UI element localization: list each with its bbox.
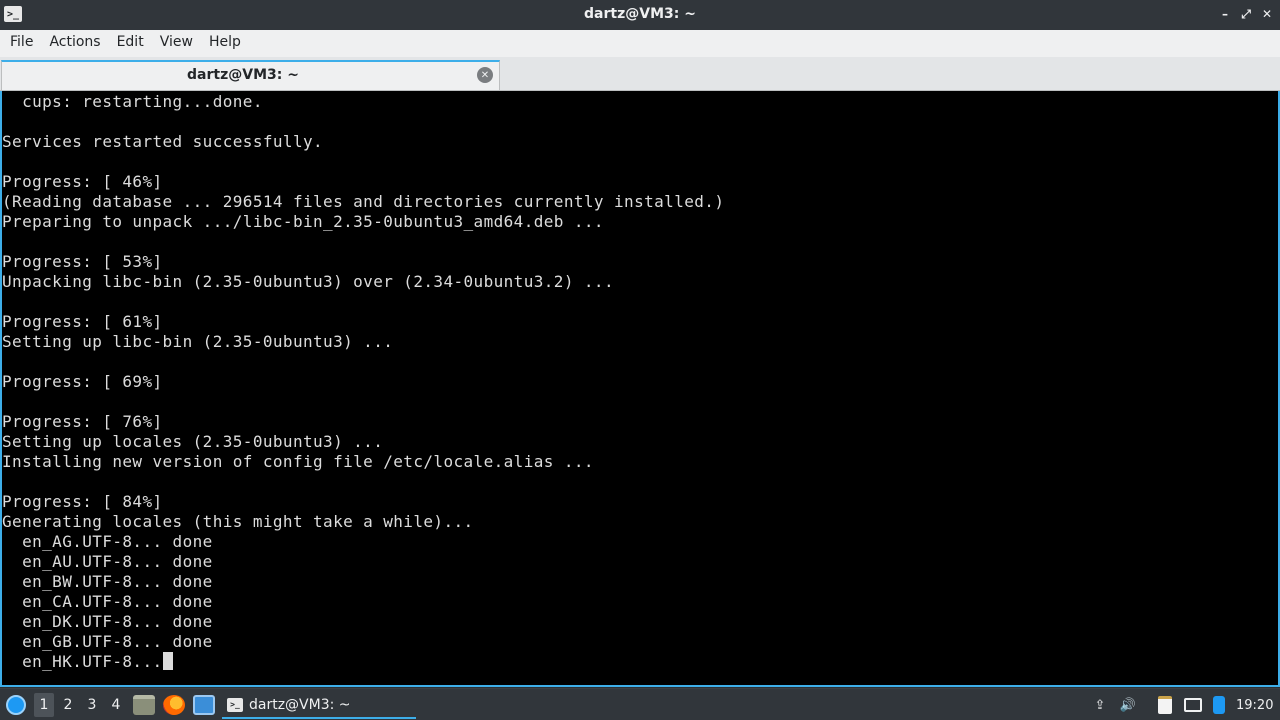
app-menu-icon[interactable] <box>4 693 28 717</box>
workspace-4[interactable]: 4 <box>106 693 126 717</box>
taskbar: 1 2 3 4 >_ dartz@VM3: ~ ⇪ 🔊 19:20 <box>0 688 1280 720</box>
terminal-line: Generating locales (this might take a wh… <box>2 512 474 531</box>
terminal-line: en_BW.UTF-8... done <box>22 572 213 591</box>
menu-bar: File Actions Edit View Help <box>0 30 1280 57</box>
terminal-line: Progress: [ 84%] <box>2 492 163 511</box>
terminal-line: en_GB.UTF-8... done <box>22 632 213 651</box>
terminal-line: Progress: [ 76%] <box>2 412 163 431</box>
terminal-line: Services restarted successfully. <box>2 132 324 151</box>
close-button[interactable]: ✕ <box>1260 7 1274 21</box>
terminal-line: Preparing to unpack .../libc-bin_2.35-0u… <box>2 212 604 231</box>
terminal-history: cups: restarting...done. Services restar… <box>2 92 724 651</box>
window-title: dartz@VM3: ~ <box>584 6 696 22</box>
tab-label: dartz@VM3: ~ <box>187 67 299 83</box>
menu-help[interactable]: Help <box>201 30 249 57</box>
terminal-line: Setting up libc-bin (2.35-0ubuntu3) ... <box>2 332 394 351</box>
volume-icon[interactable]: 🔊 <box>1118 694 1138 716</box>
workspace-3[interactable]: 3 <box>82 693 102 717</box>
menu-edit[interactable]: Edit <box>109 30 152 57</box>
workspace-1[interactable]: 1 <box>34 693 54 717</box>
task-label: dartz@VM3: ~ <box>249 696 351 713</box>
terminal-view[interactable]: cups: restarting...done. Services restar… <box>0 91 1280 687</box>
firefox-icon[interactable] <box>163 693 185 717</box>
tab-bar: dartz@VM3: ~ ✕ <box>0 57 1280 91</box>
restore-button[interactable]: ⤢ <box>1239 7 1253 21</box>
task-terminal-button[interactable]: >_ dartz@VM3: ~ <box>222 692 416 719</box>
terminal-icon: >_ <box>227 697 243 712</box>
terminal-line: en_AG.UTF-8... done <box>22 532 213 551</box>
terminal-line: en_DK.UTF-8... done <box>22 612 213 631</box>
bluetooth-icon[interactable] <box>1211 694 1227 716</box>
terminal-line: Setting up locales (2.35-0ubuntu3) ... <box>2 432 384 451</box>
terminal-line: Progress: [ 46%] <box>2 172 163 191</box>
terminal-line: cups: restarting...done. <box>22 92 263 111</box>
network-icon[interactable] <box>1183 694 1203 716</box>
terminal-line: en_CA.UTF-8... done <box>22 592 213 611</box>
menu-view[interactable]: View <box>152 30 201 57</box>
menu-file[interactable]: File <box>2 30 41 57</box>
terminal-line: en_AU.UTF-8... done <box>22 552 213 571</box>
upload-icon[interactable]: ⇪ <box>1090 694 1110 716</box>
workspace-2[interactable]: 2 <box>58 693 78 717</box>
menu-actions[interactable]: Actions <box>41 30 108 57</box>
clock: 19:20 <box>1236 697 1274 713</box>
file-manager-icon[interactable] <box>133 693 155 717</box>
minimize-button[interactable]: – <box>1218 7 1232 21</box>
terminal-current-line: en_HK.UTF-8... <box>2 652 163 671</box>
terminal-line: Progress: [ 53%] <box>2 252 163 271</box>
terminal-line: Unpacking libc-bin (2.35-0ubuntu3) over … <box>2 272 615 291</box>
terminal-line: (Reading database ... 296514 files and d… <box>2 192 725 211</box>
desktop-icon[interactable] <box>193 693 215 717</box>
terminal-line: Installing new version of config file /e… <box>2 452 594 471</box>
window-titlebar[interactable]: >_ dartz@VM3: ~ – ⤢ ✕ <box>0 0 1280 30</box>
tab-close-icon[interactable]: ✕ <box>477 67 493 83</box>
terminal-output: cups: restarting...done. Services restar… <box>2 92 724 672</box>
tab-terminal[interactable]: dartz@VM3: ~ ✕ <box>1 60 500 90</box>
text-cursor <box>162 652 173 670</box>
terminal-line: Progress: [ 61%] <box>2 312 163 331</box>
terminal-line: Progress: [ 69%] <box>2 372 163 391</box>
clipboard-icon[interactable] <box>1155 694 1175 716</box>
